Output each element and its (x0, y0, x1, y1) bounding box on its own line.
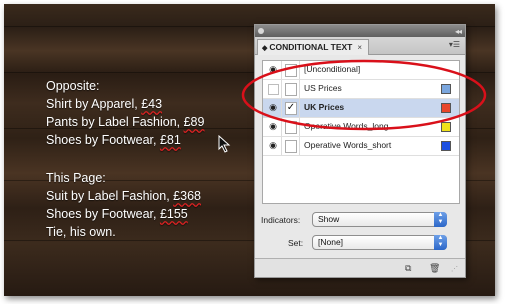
tie-line: Tie, his own. (46, 225, 116, 239)
copy-line: Shirt by Apparel, £43 (46, 97, 163, 111)
diamond-icon: ◆ (262, 45, 268, 52)
opposite-heading: Opposite: (46, 79, 100, 93)
panel-titlebar[interactable]: ◂◂ (255, 25, 465, 37)
panel-footer: ⧉ 🗑 ⋰ (255, 258, 465, 277)
condition-color-swatch (441, 141, 451, 151)
copy-line: Pants by Label Fashion, £89 (46, 115, 205, 129)
annotation-ellipse (241, 59, 487, 131)
price-text: £155 (159, 207, 188, 221)
trash-icon[interactable]: 🗑 (429, 263, 440, 274)
opposite-copy: Opposite: Shirt by Apparel, £43 Pants by… (46, 77, 204, 149)
price-text: £81 (159, 133, 181, 147)
copy-line: Suit by Label Fashion, £368 (46, 189, 201, 203)
set-label: Set: (288, 238, 304, 248)
panel-menu-icon[interactable]: ▾☰ (449, 40, 460, 49)
indicators-label: Indicators: (261, 215, 301, 225)
select-arrows-icon: ▲ ▼ (434, 235, 447, 250)
condition-row[interactable]: ◉ Operative Words_short (263, 137, 459, 156)
tab-conditional-text[interactable]: ◆ CONDITIONAL TEXT × (257, 39, 370, 55)
new-condition-icon[interactable]: ⧉ (405, 263, 411, 274)
mouse-pointer-icon (218, 135, 231, 153)
close-icon[interactable] (258, 28, 264, 34)
price-text: £43 (141, 97, 163, 111)
select-arrows-icon: ▲ ▼ (434, 212, 447, 227)
condition-label: Operative Words_short (304, 140, 392, 150)
price-text: £89 (183, 115, 205, 129)
copy-line: Shoes by Footwear, £155 (46, 207, 188, 221)
copy-line: Shoes by Footwear, £81 (46, 133, 181, 147)
this-page-copy: This Page: Suit by Label Fashion, £368 S… (46, 169, 201, 241)
tab-close-icon[interactable]: × (357, 43, 362, 52)
this-page-heading: This Page: (46, 171, 106, 185)
indicators-select[interactable]: Show ▲ ▼ (312, 212, 447, 227)
visibility-eye-icon[interactable]: ◉ (267, 140, 279, 151)
resize-grip-icon[interactable]: ⋰ (451, 265, 458, 273)
price-text: £368 (173, 189, 201, 203)
condition-checkbox[interactable] (285, 140, 297, 153)
panel-tabs: ◆ CONDITIONAL TEXT × ▾☰ (255, 37, 465, 55)
collapse-icon[interactable]: ◂◂ (455, 27, 462, 36)
set-select[interactable]: [None] ▲ ▼ (312, 235, 447, 250)
